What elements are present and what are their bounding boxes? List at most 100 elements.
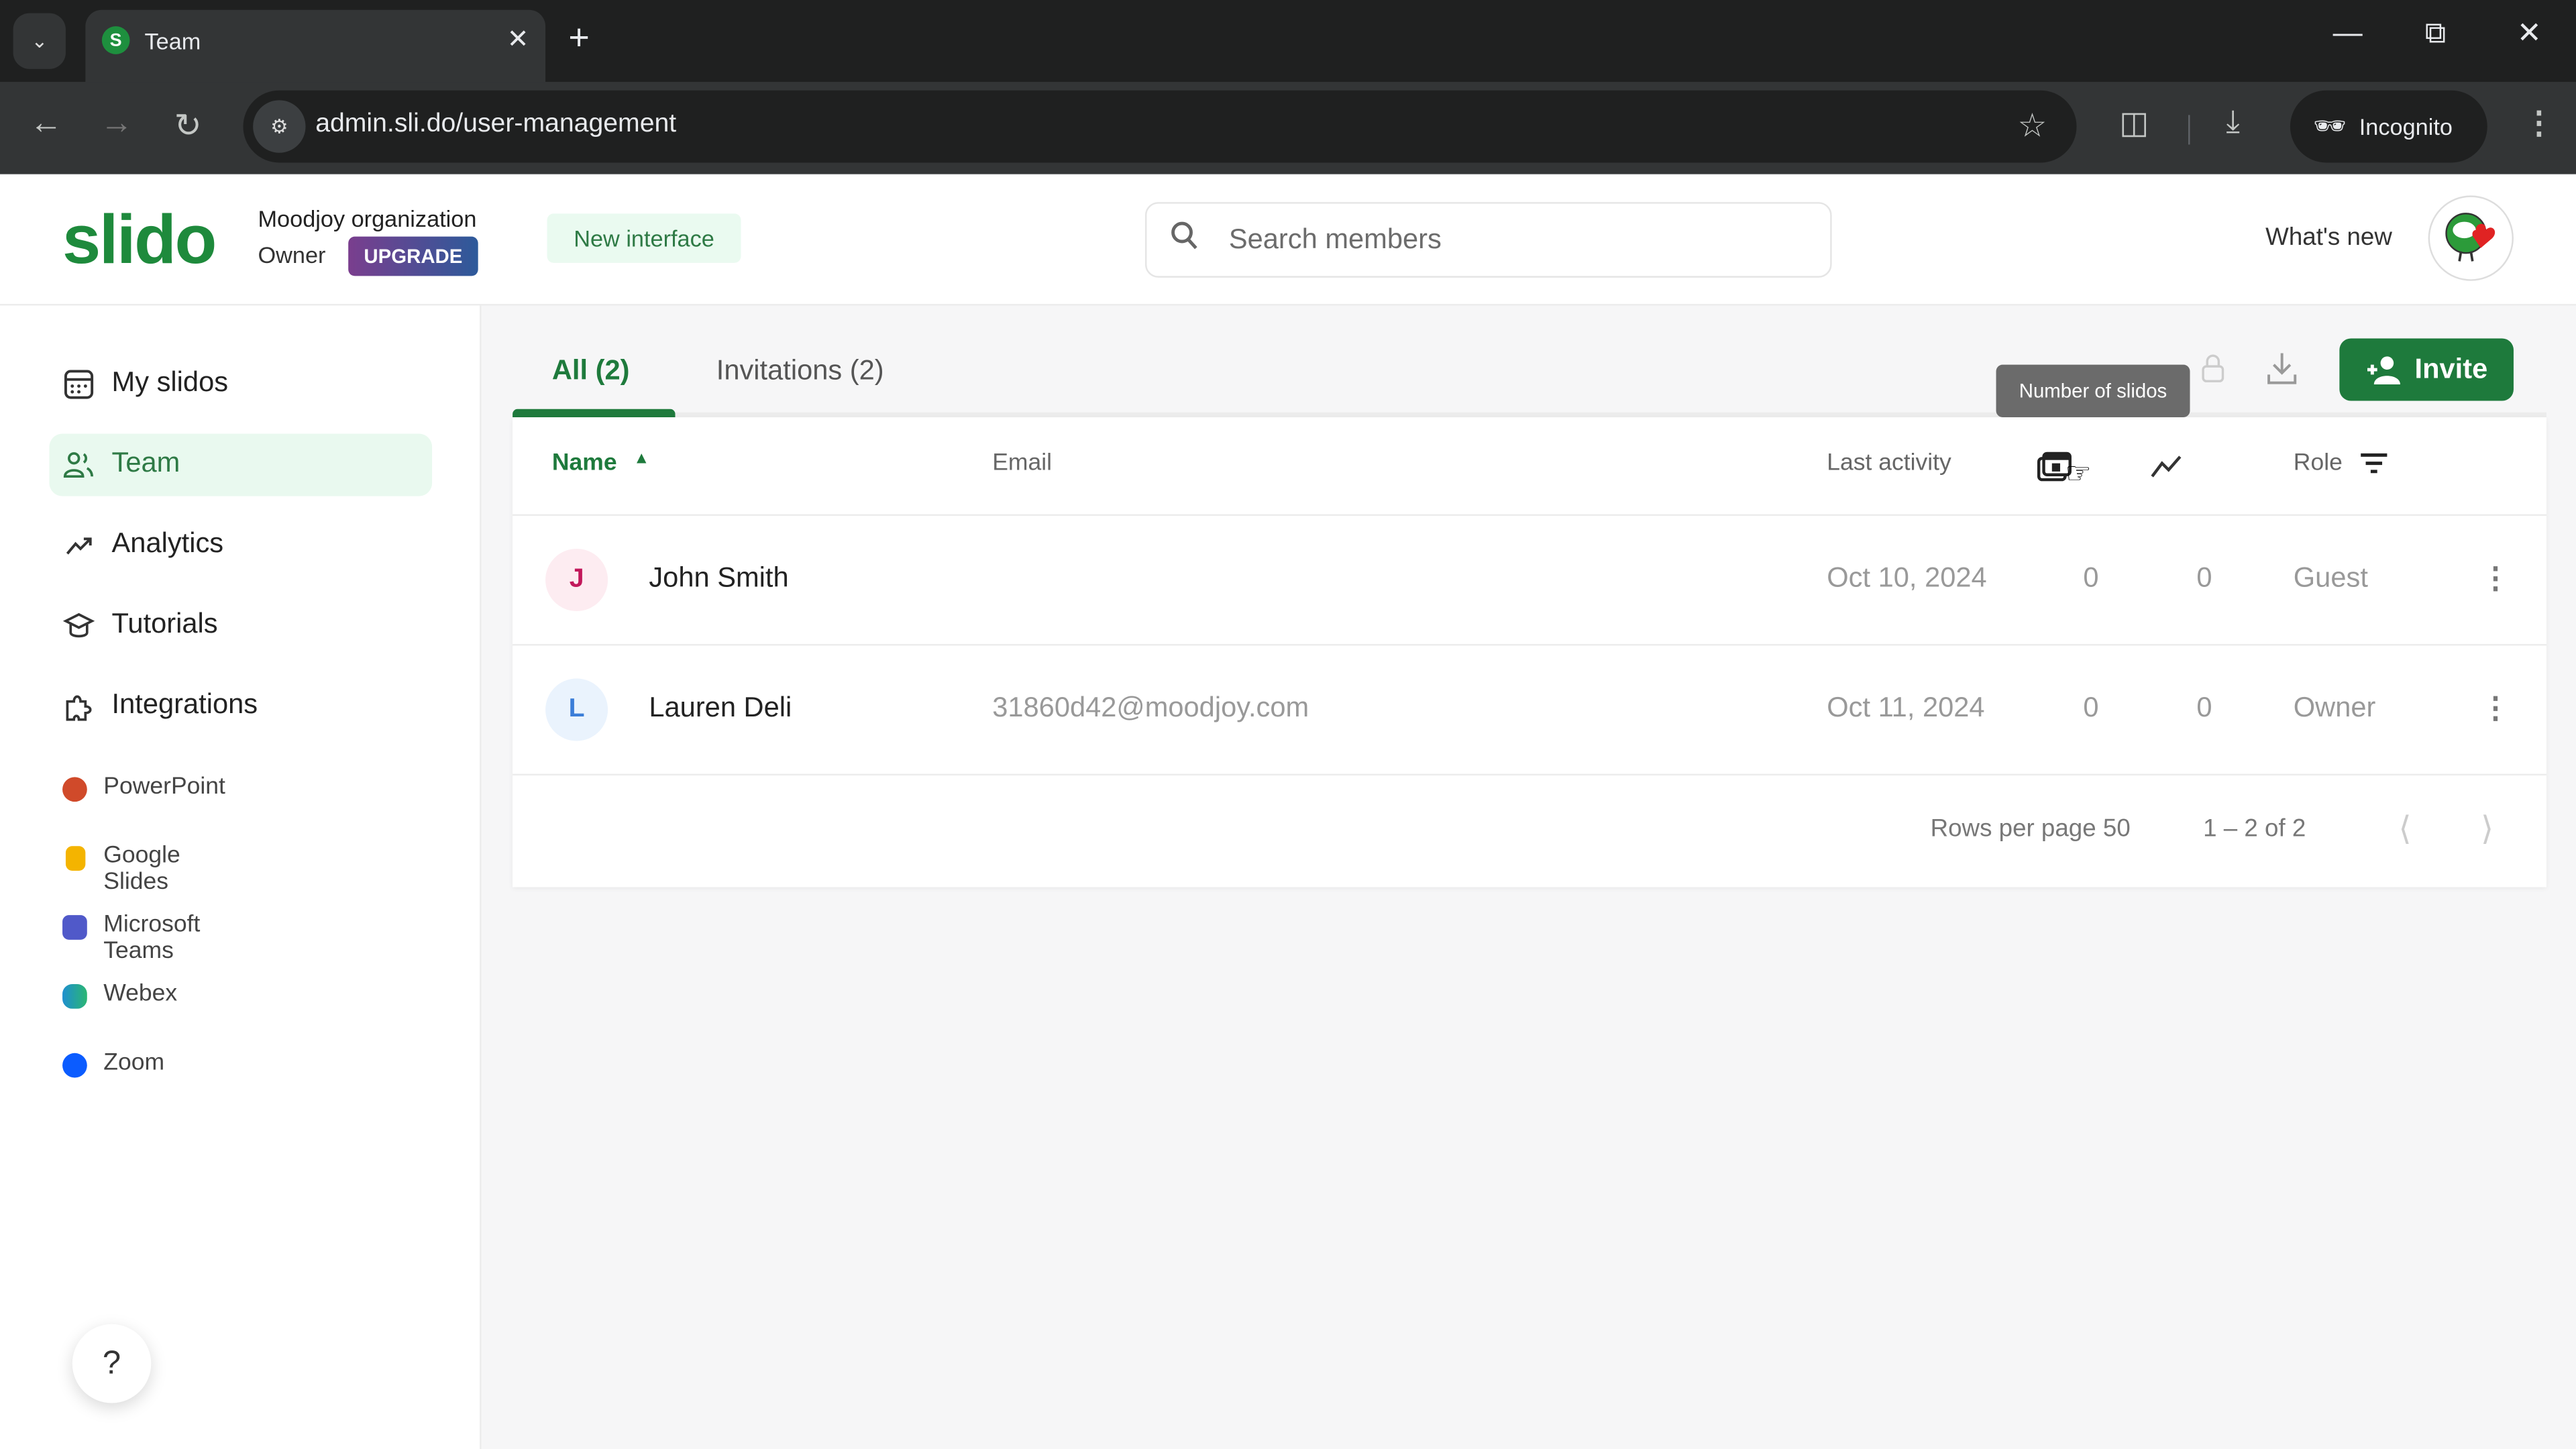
invite-button[interactable]: Invite xyxy=(2339,338,2514,401)
minimize-button[interactable]: — xyxy=(2333,16,2363,50)
upgrade-button[interactable]: UPGRADE xyxy=(348,236,478,276)
restore-icon: ⧉ xyxy=(2424,16,2447,50)
address-bar[interactable]: ⚙ admin.sli.do/user-management ☆ xyxy=(243,90,2077,163)
avatar: J xyxy=(545,548,608,612)
lock-icon xyxy=(2202,354,2224,382)
column-header-role[interactable]: Role xyxy=(2294,450,2389,476)
sidebar-item-my-slidos[interactable]: My slidos xyxy=(49,354,432,416)
search-members-field[interactable] xyxy=(1144,202,1832,278)
bookmark-button[interactable]: ☆ xyxy=(2018,105,2047,146)
star-icon: ☆ xyxy=(2017,108,2047,145)
pointer-cursor-icon: ☞ xyxy=(2065,456,2092,490)
member-name: Lauren Deli xyxy=(649,692,792,723)
sidebar-item-analytics[interactable]: Analytics xyxy=(49,515,432,577)
search-members-input[interactable] xyxy=(1225,220,1807,260)
rows-per-page-select[interactable]: 50 xyxy=(2103,815,2131,843)
column-header-email[interactable]: Email xyxy=(992,450,1052,476)
lock-button[interactable] xyxy=(2202,354,2224,391)
new-interface-badge[interactable]: New interface xyxy=(547,213,741,263)
close-icon: ✕ xyxy=(506,26,529,54)
tab-all[interactable]: All (2) xyxy=(552,355,630,388)
back-button[interactable]: ← xyxy=(30,105,62,143)
app-header: slido Moodjoy organization Owner UPGRADE… xyxy=(0,176,2576,306)
user-avatar-button[interactable] xyxy=(2428,195,2514,281)
member-role: Guest xyxy=(2293,561,2368,594)
incognito-indicator[interactable]: 🕶 Incognito xyxy=(2290,90,2487,163)
browser-toolbar: ← → ↻ ⚙ admin.sli.do/user-management ☆ ◫… xyxy=(0,82,2576,174)
sidebar-item-tutorials[interactable]: Tutorials xyxy=(49,595,432,657)
integration-label: Zoom xyxy=(103,1049,165,1077)
user-avatar-icon xyxy=(2445,213,2496,262)
column-header-last-activity[interactable]: Last activity xyxy=(1827,450,1951,476)
browser-menu-button[interactable]: ⋮ xyxy=(2524,105,2555,143)
filter-icon xyxy=(2360,453,2387,474)
plus-icon: + xyxy=(568,16,590,58)
column-header-name[interactable]: Name ▲ xyxy=(552,450,650,476)
integration-label: Google Slides xyxy=(103,843,180,896)
add-user-icon xyxy=(2367,356,2400,385)
sidebar-item-label: Analytics xyxy=(111,527,224,559)
table-row[interactable]: L Lauren Deli 31860d42@moodjoy.com Oct 1… xyxy=(513,645,2546,775)
arrow-left-icon: ← xyxy=(30,105,63,142)
whats-new-link[interactable]: What's new xyxy=(2265,223,2392,252)
sidebar-item-team[interactable]: Team xyxy=(49,433,433,496)
question-mark-icon: ? xyxy=(102,1344,121,1381)
downloads-button[interactable]: ⤓ xyxy=(2226,105,2240,142)
next-page-button[interactable]: ⟩ xyxy=(2481,808,2493,849)
pagination-range: 1 – 2 of 2 xyxy=(2203,814,2306,843)
previous-page-button[interactable]: ⟨ xyxy=(2399,808,2412,849)
users-icon xyxy=(63,452,93,478)
tab-list-button[interactable]: ⌄ xyxy=(13,13,66,69)
rows-per-page-label: Rows per page xyxy=(1930,814,2096,843)
reload-button[interactable]: ↻ xyxy=(174,105,202,146)
close-tab-button[interactable]: ✕ xyxy=(507,23,529,56)
integration-label: Microsoft Teams xyxy=(103,912,201,965)
url-text[interactable]: admin.sli.do/user-management xyxy=(315,110,676,140)
puzzle-icon xyxy=(66,695,92,721)
slido-logo[interactable]: slido xyxy=(62,201,217,278)
tune-icon: ⚙ xyxy=(270,115,288,138)
integration-label: Webex xyxy=(103,981,178,1008)
rows-per-page[interactable]: Rows per page 50 xyxy=(1931,815,2131,843)
chevron-left-icon: ⟨ xyxy=(2398,811,2412,848)
forward-button[interactable]: → xyxy=(100,105,133,143)
site-info-button[interactable]: ⚙ xyxy=(253,100,306,153)
activity-icon xyxy=(2151,455,2182,478)
sidebar-item-integrations[interactable]: Integrations xyxy=(49,676,432,738)
sort-ascending-icon: ▲ xyxy=(633,450,650,468)
browser-tab[interactable]: S Team ✕ xyxy=(85,9,546,83)
extensions-button[interactable]: ◫ xyxy=(2119,105,2149,143)
member-name: John Smith xyxy=(649,561,789,594)
table-row[interactable]: J John Smith Oct 10, 2024 0 0 Guest ⋮ xyxy=(513,516,2546,646)
member-last-activity: Oct 10, 2024 xyxy=(1827,561,1987,594)
sidebar-item-label: Team xyxy=(111,447,180,478)
chevron-down-icon: ⌄ xyxy=(31,30,48,53)
close-icon: ✕ xyxy=(2516,16,2542,50)
chevron-right-icon: ⟩ xyxy=(2480,811,2494,848)
close-window-button[interactable]: ✕ xyxy=(2517,16,2542,50)
toolbar-divider xyxy=(2188,115,2190,145)
sidebar-item-label: Tutorials xyxy=(111,608,218,639)
restore-button[interactable]: ⧉ xyxy=(2425,16,2446,50)
tab-title: Team xyxy=(144,28,201,54)
trending-up-icon xyxy=(66,537,92,555)
help-button[interactable]: ? xyxy=(72,1324,152,1403)
invite-label: Invite xyxy=(2414,353,2488,385)
zoom-icon xyxy=(62,1053,87,1078)
export-button[interactable] xyxy=(2265,350,2298,396)
column-name-label: Name xyxy=(551,450,617,477)
member-activity-count: 0 xyxy=(2196,561,2212,594)
calendar-icon xyxy=(64,370,94,399)
column-role-label: Role xyxy=(2293,450,2343,477)
column-header-activity[interactable] xyxy=(2149,450,2185,490)
new-tab-button[interactable]: + xyxy=(568,19,589,56)
puzzle-icon: ◫ xyxy=(2119,107,2149,142)
incognito-label: Incognito xyxy=(2359,113,2453,140)
graduation-cap-icon xyxy=(62,612,95,638)
reload-icon: ↻ xyxy=(174,108,202,145)
tab-invitations[interactable]: Invitations (2) xyxy=(716,355,884,388)
row-menu-button[interactable]: ⋮ xyxy=(2481,562,2510,595)
download-icon xyxy=(2267,353,2297,384)
row-menu-button[interactable]: ⋮ xyxy=(2481,692,2510,724)
member-email: 31860d42@moodjoy.com xyxy=(992,692,1309,723)
